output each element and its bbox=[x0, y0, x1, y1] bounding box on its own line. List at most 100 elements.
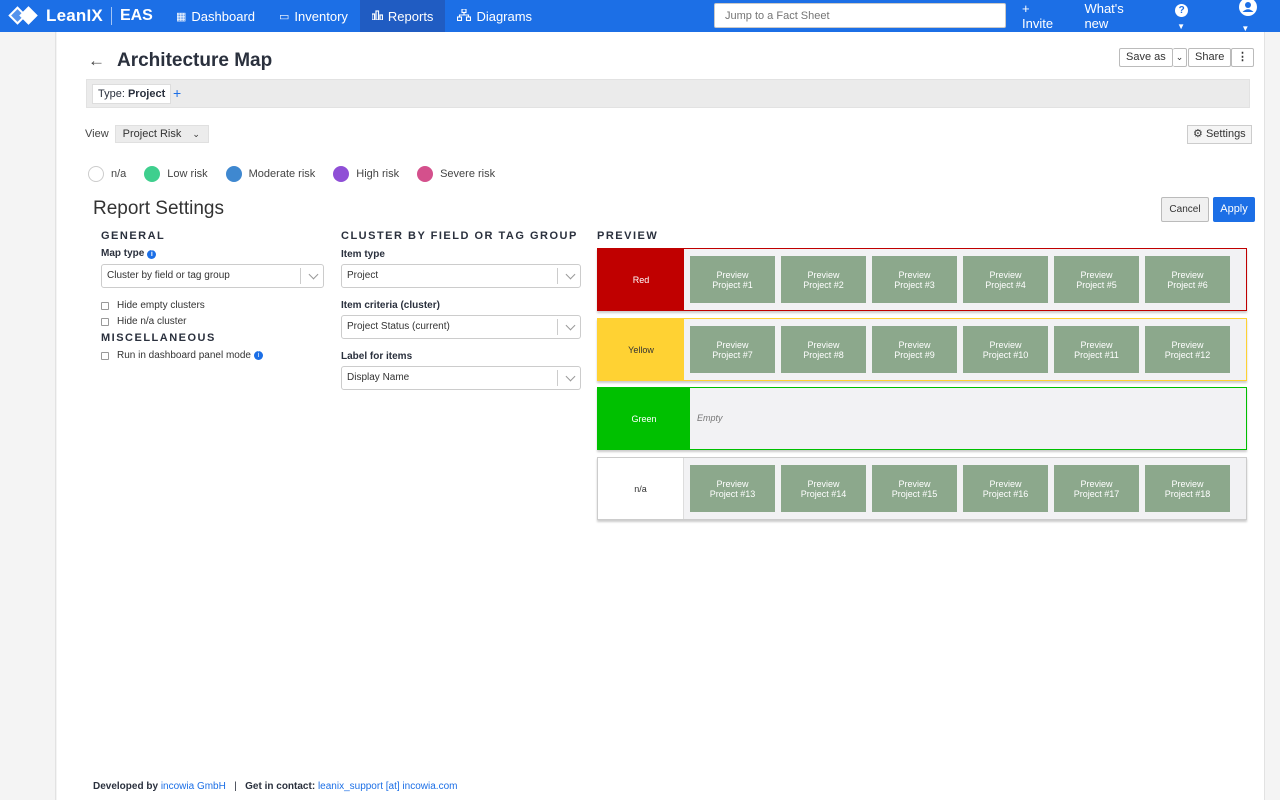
legend-label: Severe risk bbox=[440, 168, 496, 180]
back-arrow-icon[interactable]: ← bbox=[88, 51, 105, 71]
logo[interactable]: LeanIX EAS bbox=[0, 0, 160, 32]
gear-icon: ⚙ bbox=[1193, 128, 1203, 140]
preview-card[interactable]: Preview Project #15 bbox=[872, 465, 957, 512]
user-menu[interactable]: ▼ bbox=[1227, 0, 1280, 34]
chevron-down-icon bbox=[565, 320, 576, 331]
label-items-select[interactable]: Display Name bbox=[341, 366, 581, 390]
legend-label: High risk bbox=[356, 168, 400, 180]
view-select[interactable]: Project Risk ⌄ bbox=[114, 125, 209, 143]
add-filter-icon[interactable]: + bbox=[173, 85, 181, 101]
preview-card[interactable]: Preview Project #1 bbox=[690, 256, 775, 303]
hide-na-label: Hide n/a cluster bbox=[117, 316, 187, 327]
select-divider bbox=[557, 319, 558, 335]
help-menu[interactable]: ? ▼ bbox=[1163, 1, 1211, 32]
legend-swatch bbox=[417, 166, 434, 182]
chevron-down-icon: ▼ bbox=[1177, 21, 1186, 31]
type-filter-value: Project bbox=[127, 88, 166, 100]
cluster-heading: CLUSTER BY FIELD OR TAG GROUP bbox=[341, 230, 578, 242]
info-icon[interactable]: i bbox=[147, 250, 157, 259]
grid-icon: ▦ bbox=[176, 10, 187, 23]
preview-row-label: Red bbox=[598, 249, 684, 310]
select-divider bbox=[300, 268, 301, 284]
checkbox-box[interactable] bbox=[101, 317, 109, 326]
settings-label: Settings bbox=[1205, 128, 1246, 140]
report-settings-title: Report Settings bbox=[93, 198, 224, 219]
legend-label: n/a bbox=[111, 168, 127, 180]
item-criteria-label: Item criteria (cluster) bbox=[341, 300, 440, 311]
settings-button[interactable]: ⚙ Settings bbox=[1187, 125, 1252, 144]
nav-reports-label: Reports bbox=[387, 8, 434, 24]
hide-empty-checkbox[interactable]: Hide empty clusters bbox=[101, 300, 205, 311]
select-divider bbox=[557, 268, 558, 284]
item-criteria-value: Project Status (current) bbox=[347, 321, 450, 332]
whats-new-button[interactable]: What's new bbox=[1072, 1, 1157, 31]
preview-card[interactable]: Preview Project #6 bbox=[1145, 256, 1230, 303]
nav-dashboard[interactable]: ▦ Dashboard bbox=[164, 0, 267, 32]
page-title: Architecture Map bbox=[117, 50, 273, 71]
info-icon[interactable]: i bbox=[253, 351, 263, 360]
item-criteria-select[interactable]: Project Status (current) bbox=[341, 315, 581, 339]
right-margin bbox=[1264, 32, 1280, 800]
hide-empty-label: Hide empty clusters bbox=[117, 300, 205, 311]
hide-na-checkbox[interactable]: Hide n/a cluster bbox=[101, 316, 186, 327]
chevron-down-icon: ⌄ bbox=[1175, 52, 1184, 62]
brand-divider bbox=[110, 7, 112, 25]
preview-card[interactable]: Preview Project #11 bbox=[1054, 326, 1139, 373]
preview-row-label: n/a bbox=[598, 458, 684, 519]
item-type-value: Project bbox=[347, 270, 379, 281]
nav-inventory[interactable]: ▭ Inventory bbox=[267, 0, 360, 32]
apply-button[interactable]: Apply bbox=[1213, 197, 1255, 222]
map-type-label: Map type i bbox=[101, 248, 157, 259]
preview-card[interactable]: Preview Project #10 bbox=[963, 326, 1048, 373]
preview-card[interactable]: Preview Project #14 bbox=[781, 465, 866, 512]
type-filter-chip[interactable]: Type: Project bbox=[92, 84, 172, 104]
share-button[interactable]: Share bbox=[1188, 48, 1232, 67]
dashboard-mode-label: Run in dashboard panel mode bbox=[117, 350, 251, 361]
chevron-down-icon: ⌄ bbox=[192, 129, 200, 139]
footer-separator: | bbox=[234, 781, 237, 792]
bar-chart-icon bbox=[371, 9, 384, 23]
preview-card[interactable]: Preview Project #4 bbox=[963, 256, 1048, 303]
footer-dev-prefix: Developed by bbox=[93, 781, 159, 792]
nav-diagrams-label: Diagrams bbox=[476, 8, 533, 24]
preview-card[interactable]: Preview Project #7 bbox=[690, 326, 775, 373]
preview-card[interactable]: Preview Project #9 bbox=[872, 326, 957, 373]
footer-company-link[interactable]: incowia GmbH bbox=[161, 781, 226, 792]
legend-item: Moderate risk bbox=[225, 166, 315, 182]
save-as-dropdown[interactable]: ⌄ bbox=[1172, 48, 1188, 67]
preview-row-na: n/a Preview Project #13 Preview Project #1… bbox=[597, 457, 1247, 520]
preview-card[interactable]: Preview Project #2 bbox=[781, 256, 866, 303]
preview-card[interactable]: Preview Project #8 bbox=[781, 326, 866, 373]
fact-sheet-search-input[interactable] bbox=[714, 3, 1006, 28]
invite-button[interactable]: + Invite bbox=[1010, 1, 1072, 31]
preview-card[interactable]: Preview Project #3 bbox=[872, 256, 957, 303]
cancel-button[interactable]: Cancel bbox=[1161, 197, 1209, 222]
more-options-button[interactable]: ⋮ bbox=[1231, 48, 1254, 67]
preview-row-body: Empty bbox=[690, 388, 1246, 449]
save-as-button[interactable]: Save as bbox=[1119, 48, 1173, 67]
kebab-menu-icon: ⋮ bbox=[1237, 51, 1248, 63]
checkbox-box[interactable] bbox=[101, 301, 109, 310]
preview-card[interactable]: Preview Project #13 bbox=[690, 465, 775, 512]
nav-diagrams[interactable]: Diagrams bbox=[445, 0, 544, 32]
preview-card[interactable]: Preview Project #16 bbox=[963, 465, 1048, 512]
type-filter-label: Type: bbox=[98, 88, 125, 100]
legend-item: Low risk bbox=[144, 166, 208, 182]
select-divider bbox=[557, 370, 558, 386]
nav-right: + Invite What's new ? ▼ ▼ bbox=[1010, 0, 1280, 34]
footer-contact-link[interactable]: leanix_support [at] incowia.com bbox=[318, 781, 458, 792]
legend-swatch bbox=[333, 166, 350, 182]
view-select-value: Project Risk bbox=[122, 128, 182, 140]
legend-item: n/a bbox=[88, 166, 126, 182]
checkbox-box[interactable] bbox=[101, 351, 109, 360]
item-type-select[interactable]: Project bbox=[341, 264, 581, 288]
nav-reports[interactable]: Reports bbox=[359, 0, 446, 32]
preview-card[interactable]: Preview Project #5 bbox=[1054, 256, 1139, 303]
brand-name: LeanIX bbox=[46, 6, 103, 25]
map-type-select[interactable]: Cluster by field or tag group bbox=[101, 264, 324, 288]
preview-card[interactable]: Preview Project #12 bbox=[1145, 326, 1230, 373]
user-avatar-icon bbox=[1239, 0, 1258, 16]
dashboard-mode-checkbox[interactable]: Run in dashboard panel mode i bbox=[101, 350, 263, 361]
preview-card[interactable]: Preview Project #18 bbox=[1145, 465, 1230, 512]
preview-card[interactable]: Preview Project #17 bbox=[1054, 465, 1139, 512]
